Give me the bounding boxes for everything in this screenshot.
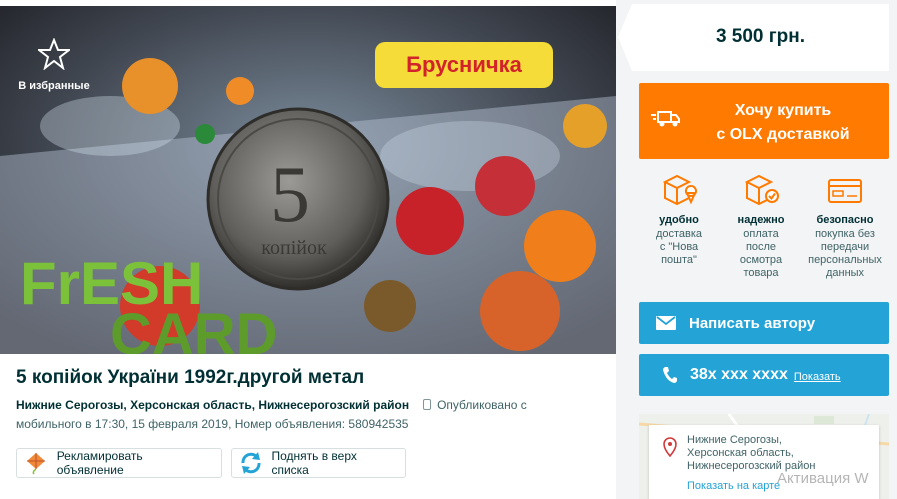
feature-title: удобно — [659, 214, 699, 226]
feature-safe: безопасно покупка без передачи персональ… — [803, 170, 887, 280]
activation-watermark: Активация W — [777, 470, 869, 487]
envelope-icon — [656, 316, 676, 330]
map-address: Нижние Серогозы, Херсонская область, Ниж… — [687, 434, 816, 472]
star-icon — [38, 38, 70, 70]
delivery-features: удобно доставка с "Нова пошта" надежно о… — [639, 170, 889, 290]
feature-title: надежно — [737, 214, 785, 226]
feature-reliable: надежно оплата после осмотра товара — [719, 170, 803, 280]
promote-button[interactable]: Рекламировать объявление — [16, 448, 222, 478]
buy-label-line2: с OLX доставкой — [716, 126, 850, 143]
promote-label: Рекламировать объявление — [56, 449, 143, 477]
feature-desc: доставка с "Нова пошта" — [655, 228, 703, 266]
phone-number-masked: 38x xxx xxxx — [690, 366, 788, 383]
ad-location[interactable]: Нижние Серогозы, Херсонская область, Ниж… — [16, 398, 409, 412]
card-text-bottom: CARD — [110, 302, 278, 354]
ad-title: 5 копійок України 1992г.другой метал — [16, 367, 365, 388]
favorite-button[interactable]: В избранные — [14, 38, 94, 94]
show-on-map-link[interactable]: Показать на карте — [687, 480, 780, 492]
ad-published-details: мобильного в 17:30, 15 февраля 2019, Ном… — [16, 417, 409, 431]
location-pin-icon — [663, 437, 677, 462]
ad-info: 5 копійок України 1992г.другой метал Ниж… — [0, 354, 616, 499]
box-check-icon — [719, 170, 803, 210]
buy-label: Хочу купить с OLX доставкой — [683, 99, 883, 147]
box-location-icon — [637, 170, 721, 210]
message-author-label: Написать автору — [689, 314, 816, 332]
published-prefix: Опубликовано с — [437, 398, 527, 412]
card-brand-text: Брусничка — [406, 52, 522, 77]
message-author-button[interactable]: Написать автору — [639, 302, 889, 344]
raise-button[interactable]: Поднять в верх списка — [231, 448, 406, 478]
coin-word-text: копійок — [261, 237, 327, 259]
phone-icon — [662, 366, 678, 384]
feature-convenient: удобно доставка с "Нова пошта" — [637, 170, 721, 267]
truck-icon — [651, 108, 681, 135]
ad-main: Брусничка FrESH CARD 5 копійок В избранн… — [0, 0, 616, 499]
feature-title: безопасно — [816, 214, 874, 226]
show-phone-link[interactable]: Показать — [794, 371, 841, 383]
map-address-card: Нижние Серогозы, Херсонская область, Ниж… — [649, 425, 879, 499]
price-box: 3 500 грн. — [618, 4, 889, 71]
feature-desc: оплата после осмотра товара — [739, 228, 783, 279]
ad-meta: Нижние Серогозы, Херсонская область, Ниж… — [16, 398, 527, 412]
coin-value-text: 5 — [270, 151, 310, 239]
ad-photo[interactable]: Брусничка FrESH CARD 5 копійок В избранн… — [0, 6, 616, 354]
feature-desc: покупка без передачи персональных данных — [808, 228, 882, 279]
mobile-icon — [423, 399, 432, 410]
page: Брусничка FrESH CARD 5 копійок В избранн… — [0, 0, 897, 499]
raise-label: Поднять в верх списка — [271, 449, 357, 477]
buy-label-line1: Хочу купить — [734, 102, 832, 119]
favorite-label: В избранные — [18, 80, 90, 92]
kite-icon — [23, 451, 49, 475]
price: 3 500 грн. — [715, 26, 806, 47]
refresh-icon — [238, 451, 263, 475]
card-icon — [803, 170, 887, 210]
buy-with-delivery-button[interactable]: Хочу купить с OLX доставкой — [639, 83, 889, 159]
show-phone-button[interactable]: 38x xxx xxxx Показать — [639, 354, 889, 396]
